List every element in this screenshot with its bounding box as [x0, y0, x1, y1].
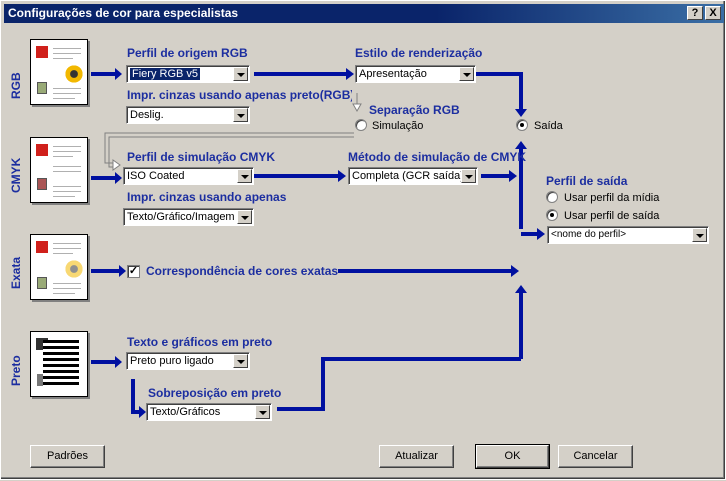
black-text-label: Texto e gráficos em preto [127, 335, 273, 349]
cmyk-sim-profile-label: Perfil de simulação CMYK [127, 150, 276, 164]
black-overprint-value: Texto/Gráficos [150, 406, 221, 418]
cmyk-gray-value: Texto/Gráfico/Imagem [127, 211, 235, 223]
defaults-button[interactable]: Padrões [30, 445, 105, 468]
rgb-source-profile-select[interactable]: Fiery RGB v5 [126, 65, 250, 83]
cmyk-thumbnail [30, 137, 88, 203]
rgb-thumbnail [30, 39, 88, 105]
cmyk-gray-label: Impr. cinzas usando apenas [127, 190, 287, 204]
separation-simulation-label[interactable]: Simulação [372, 120, 423, 132]
separation-output-radio[interactable] [516, 119, 528, 131]
rgb-source-profile-value: Fiery RGB v5 [130, 68, 201, 80]
black-overprint-select[interactable]: Texto/Gráficos [146, 403, 272, 421]
chevron-down-icon[interactable] [233, 354, 248, 368]
update-button[interactable]: Atualizar [379, 445, 454, 468]
row-label-exata: Exata [9, 256, 23, 289]
use-output-profile-radio[interactable] [546, 209, 558, 221]
rgb-source-profile-label: Perfil de origem RGB [127, 46, 248, 60]
exact-match-label[interactable]: Correspondência de cores exatas [146, 264, 338, 278]
use-media-profile-radio[interactable] [546, 191, 558, 203]
use-media-profile-label[interactable]: Usar perfil da mídia [564, 192, 659, 204]
use-output-profile-label[interactable]: Usar perfil de saída [564, 210, 659, 222]
rgb-gray-label: Impr. cinzas usando apenas preto(RGB) [127, 88, 352, 102]
row-label-preto: Preto [9, 355, 23, 386]
chevron-down-icon[interactable] [237, 210, 252, 224]
output-profile-value: <nome do perfil> [551, 229, 627, 240]
chevron-down-icon[interactable] [233, 67, 248, 81]
cmyk-sim-profile-value: ISO Coated [127, 170, 185, 182]
cmyk-method-label: Método de simulação de CMYK [348, 150, 527, 164]
exact-match-checkbox[interactable]: ✓ [127, 265, 140, 278]
rgb-gray-select[interactable]: Deslig. [126, 106, 250, 124]
output-profile-label: Perfil de saída [546, 174, 628, 188]
chevron-down-icon[interactable] [237, 169, 252, 183]
preto-thumbnail [30, 331, 88, 397]
output-profile-select[interactable]: <nome do perfil> [547, 226, 709, 244]
chevron-down-icon[interactable] [461, 169, 476, 183]
chevron-down-icon[interactable] [255, 405, 270, 419]
separation-output-label[interactable]: Saída [534, 120, 563, 132]
chevron-down-icon[interactable] [692, 228, 707, 242]
rendering-style-select[interactable]: Apresentação [355, 65, 476, 83]
flow-overprint-out [277, 357, 521, 411]
dialog-window: Configurações de cor para especialistas … [0, 0, 726, 480]
rendering-style-label: Estilo de renderização [355, 46, 483, 60]
chevron-down-icon[interactable] [459, 67, 474, 81]
black-overprint-label: Sobreposição em preto [148, 386, 282, 400]
flow-render-down [476, 72, 523, 109]
black-text-select[interactable]: Preto puro ligado [126, 352, 250, 370]
black-text-value: Preto puro ligado [130, 355, 214, 367]
flow-overprint-in [131, 379, 139, 414]
cmyk-method-value: Completa (GCR saída) [352, 170, 464, 182]
cmyk-sim-profile-select[interactable]: ISO Coated [123, 167, 254, 185]
row-label-rgb: RGB [9, 72, 23, 99]
ok-button[interactable]: OK [475, 444, 550, 469]
rgb-gray-value: Deslig. [130, 109, 164, 121]
cancel-button[interactable]: Cancelar [558, 445, 633, 468]
cmyk-method-select[interactable]: Completa (GCR saída) [348, 167, 478, 185]
row-label-cmyk: CMYK [9, 157, 23, 193]
cmyk-gray-select[interactable]: Texto/Gráfico/Imagem [123, 208, 254, 226]
rgb-separation-label: Separação RGB [369, 103, 460, 117]
separation-simulation-radio[interactable] [355, 119, 367, 131]
chevron-down-icon[interactable] [233, 108, 248, 122]
rendering-style-value: Apresentação [359, 68, 427, 80]
exata-thumbnail [30, 234, 88, 300]
